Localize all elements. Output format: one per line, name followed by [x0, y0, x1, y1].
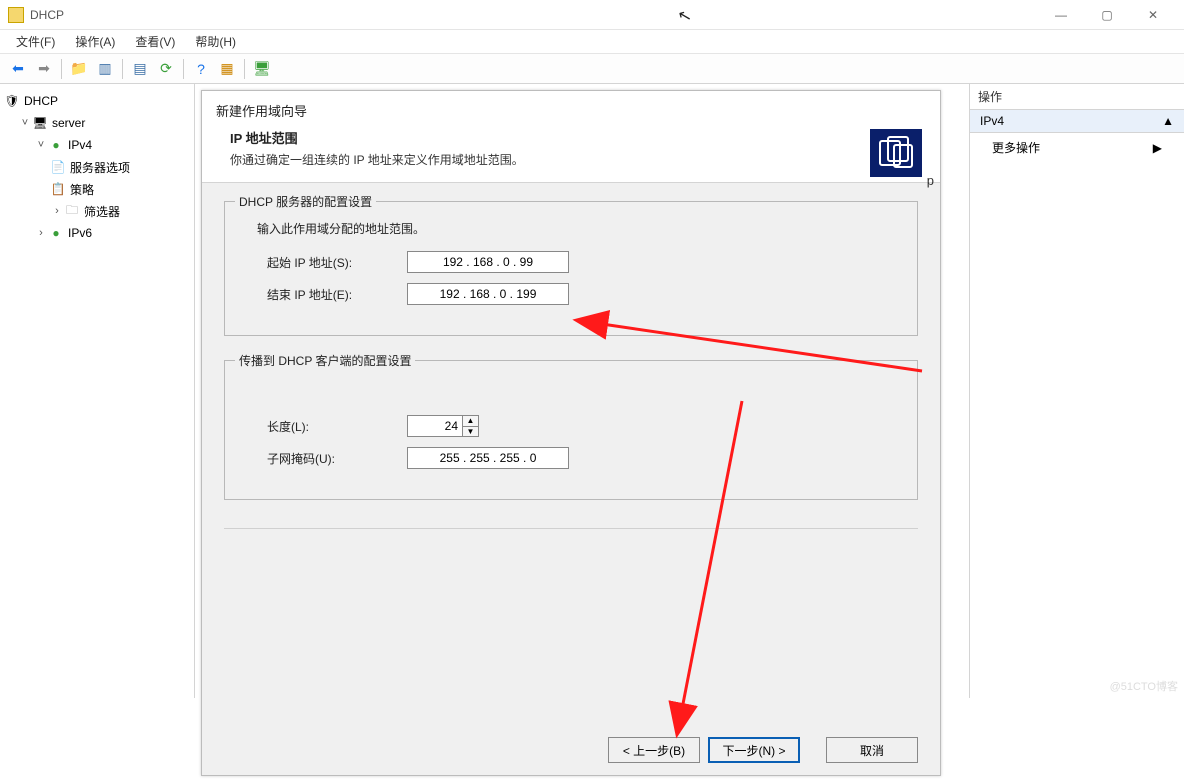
properties-icon[interactable]: ▤ — [128, 57, 152, 81]
tree-ipv6-label: IPv6 — [68, 226, 92, 240]
next-button[interactable]: 下一步(N) > — [708, 737, 800, 763]
tree-ipv6[interactable]: › ● IPv6 — [0, 222, 194, 244]
toolbar: ⬅ ➡ 📁 ▥ ▤ ⟳ ? ▦ 🖥 — [0, 54, 1184, 84]
length-label: 长度(L): — [267, 418, 407, 435]
actions-selected-row[interactable]: IPv4 ▲ — [970, 110, 1184, 133]
tree-root[interactable]: 🛡 DHCP — [0, 90, 194, 112]
tool-icon-2[interactable]: 🖥 — [250, 57, 274, 81]
cancel-button[interactable]: 取消 — [826, 737, 918, 763]
dhcp-icon: 🛡 — [4, 93, 20, 109]
tree-filter[interactable]: › 🗀 筛选器 — [0, 200, 194, 222]
group-dhcp-client-settings: 传播到 DHCP 客户端的配置设置 长度(L): 24 ▲ ▼ 子网掩码(U):… — [224, 360, 918, 500]
actions-panel: 操作 IPv4 ▲ 更多操作 ▶ — [969, 84, 1184, 698]
wizard-banner-icon — [870, 129, 922, 177]
server-icon: 🖥 — [32, 115, 48, 131]
wizard-dialog: 新建作用域向导 IP 地址范围 你通过确定一组连续的 IP 地址来定义作用域地址… — [201, 90, 941, 776]
tree-server-label: server — [52, 116, 85, 130]
chevron-right-icon[interactable]: › — [50, 205, 64, 217]
back-button-label: < 上一步(B) — [623, 742, 685, 759]
up-icon[interactable]: 📁 — [67, 57, 91, 81]
mask-input[interactable]: 255 . 255 . 255 . 0 — [407, 447, 569, 469]
actions-selected-label: IPv4 — [980, 114, 1004, 128]
chevron-down-icon[interactable]: ˅ — [18, 117, 32, 129]
toolbar-separator — [244, 59, 245, 79]
wizard-body: DHCP 服务器的配置设置 输入此作用域分配的地址范围。 起始 IP 地址(S)… — [202, 183, 940, 547]
back-icon[interactable]: ⬅ — [6, 57, 30, 81]
actions-more-label: 更多操作 — [992, 139, 1040, 156]
refresh-icon[interactable]: ⟳ — [154, 57, 178, 81]
start-ip-label: 起始 IP 地址(S): — [267, 254, 407, 271]
start-ip-input[interactable]: 192 . 168 . 0 . 99 — [407, 251, 569, 273]
menu-help[interactable]: 帮助(H) — [185, 31, 246, 52]
tree-policy-label: 策略 — [70, 181, 94, 198]
menu-file[interactable]: 文件(F) — [6, 31, 65, 52]
wizard-subdesc: 你通过确定一组连续的 IP 地址来定义作用域地址范围。 — [230, 151, 926, 168]
ipv4-icon: ● — [48, 137, 64, 153]
toolbar-separator — [122, 59, 123, 79]
length-spinner[interactable]: ▲ ▼ — [463, 415, 479, 437]
menu-action[interactable]: 操作(A) — [65, 31, 125, 52]
toolbar-separator — [61, 59, 62, 79]
actions-header: 操作 — [970, 84, 1184, 110]
forward-icon[interactable]: ➡ — [32, 57, 56, 81]
window-title: DHCP — [30, 8, 1038, 22]
wizard-footer: < 上一步(B) 下一步(N) > 取消 — [608, 737, 918, 763]
mask-value: 255 . 255 . 255 . 0 — [440, 451, 537, 465]
spinner-up-icon[interactable]: ▲ — [463, 416, 478, 427]
group-dhcp-server-settings: DHCP 服务器的配置设置 输入此作用域分配的地址范围。 起始 IP 地址(S)… — [224, 201, 918, 336]
chevron-down-icon[interactable]: ˅ — [34, 139, 48, 151]
tree-ipv4[interactable]: ˅ ● IPv4 — [0, 134, 194, 156]
titlebar: DHCP — ▢ ✕ — [0, 0, 1184, 30]
group1-desc: 输入此作用域分配的地址范围。 — [257, 220, 899, 237]
start-ip-value: 192 . 168 . 0 . 99 — [443, 255, 533, 269]
tree-ipv4-label: IPv4 — [68, 138, 92, 152]
menubar: 文件(F) 操作(A) 查看(V) 帮助(H) — [0, 30, 1184, 54]
end-ip-input[interactable]: 192 . 168 . 0 . 199 — [407, 283, 569, 305]
toolbar-separator — [183, 59, 184, 79]
end-ip-label: 结束 IP 地址(E): — [267, 286, 407, 303]
spinner-down-icon[interactable]: ▼ — [463, 427, 478, 437]
group1-legend: DHCP 服务器的配置设置 — [235, 193, 376, 210]
wizard-header: 新建作用域向导 IP 地址范围 你通过确定一组连续的 IP 地址来定义作用域地址… — [202, 91, 940, 183]
tree-root-label: DHCP — [24, 94, 58, 108]
footer-divider — [224, 528, 918, 529]
length-input[interactable]: 24 — [407, 415, 463, 437]
show-hide-icon[interactable]: ▥ — [93, 57, 117, 81]
close-button[interactable]: ✕ — [1130, 0, 1176, 30]
ipv6-icon: ● — [48, 225, 64, 241]
corner-letter: p — [927, 173, 934, 188]
tree-filter-label: 筛选器 — [84, 203, 120, 220]
next-button-label: 下一步(N) > — [722, 742, 785, 759]
end-ip-value: 192 . 168 . 0 . 199 — [440, 287, 537, 301]
tree-server[interactable]: ˅ 🖥 server — [0, 112, 194, 134]
options-icon: 📄 — [50, 159, 66, 175]
tree-policy[interactable]: 📋 策略 — [0, 178, 194, 200]
tree-server-options-label: 服务器选项 — [70, 159, 130, 176]
help-icon[interactable]: ? — [189, 57, 213, 81]
tree-server-options[interactable]: 📄 服务器选项 — [0, 156, 194, 178]
wizard-subtitle: IP 地址范围 — [230, 128, 926, 147]
mask-label: 子网掩码(U): — [267, 450, 407, 467]
collapse-icon[interactable]: ▲ — [1162, 114, 1174, 128]
group2-legend: 传播到 DHCP 客户端的配置设置 — [235, 352, 415, 369]
minimize-button[interactable]: — — [1038, 0, 1084, 30]
tree-panel: 🛡 DHCP ˅ 🖥 server ˅ ● IPv4 📄 服务器选项 📋 策略 … — [0, 84, 195, 698]
cancel-button-label: 取消 — [860, 742, 884, 759]
actions-more[interactable]: 更多操作 ▶ — [970, 133, 1184, 162]
policy-icon: 📋 — [50, 181, 66, 197]
chevron-right-icon: ▶ — [1153, 141, 1162, 155]
tool-icon-1[interactable]: ▦ — [215, 57, 239, 81]
chevron-right-icon[interactable]: › — [34, 227, 48, 239]
watermark: @51CTO博客 — [1110, 678, 1178, 694]
back-button[interactable]: < 上一步(B) — [608, 737, 700, 763]
length-value: 24 — [445, 419, 458, 433]
menu-view[interactable]: 查看(V) — [125, 31, 185, 52]
wizard-title: 新建作用域向导 — [216, 101, 926, 120]
content-area: 新建作用域向导 IP 地址范围 你通过确定一组连续的 IP 地址来定义作用域地址… — [195, 84, 969, 698]
filter-icon: 🗀 — [64, 203, 80, 219]
app-icon — [8, 7, 24, 23]
maximize-button[interactable]: ▢ — [1084, 0, 1130, 30]
